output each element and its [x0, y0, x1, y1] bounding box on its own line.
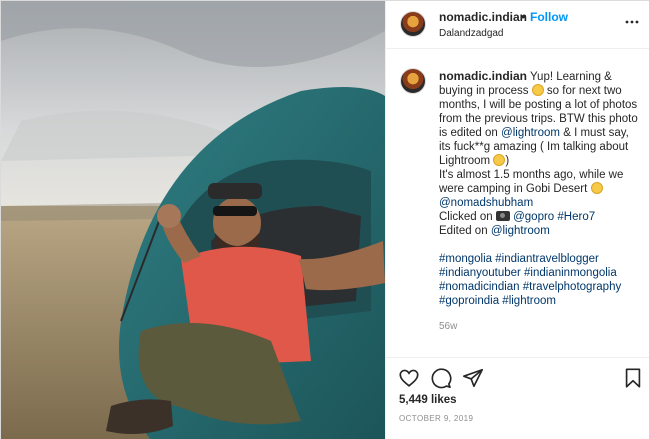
grin-emoji-icon	[493, 154, 506, 166]
caption-username[interactable]: nomadic.indian	[439, 69, 527, 83]
caption-avatar[interactable]	[400, 68, 426, 94]
mention-nomadshubham[interactable]: @nomadshubham	[439, 197, 533, 209]
hashtag-hero7[interactable]: #Hero7	[557, 211, 595, 223]
photo-illustration	[1, 1, 385, 439]
mention-lightroom-2[interactable]: @lightroom	[491, 225, 550, 237]
comments-area: nomadic.indian Yup! Learning & buying in…	[386, 50, 649, 356]
clicked-on-text: Clicked on	[439, 211, 493, 223]
comment-icon[interactable]	[430, 367, 452, 389]
time-ago[interactable]: 56w	[439, 321, 457, 332]
hashtags[interactable]: #mongolia #indiantravelblogger #indianyo…	[439, 253, 621, 307]
post-dialog: nomadic.indian • Follow Dalandzadgad nom…	[0, 0, 649, 439]
sunglasses-emoji-icon	[590, 182, 603, 194]
likes-count[interactable]: 5,449 likes	[399, 394, 457, 406]
edited-on-text: Edited on	[439, 225, 488, 237]
post-header: nomadic.indian • Follow Dalandzadgad	[386, 1, 649, 49]
post-actions: 5,449 likes OCTOBER 9, 2019	[386, 357, 649, 439]
location-link[interactable]: Dalandzadgad	[439, 28, 504, 39]
caption-text-3-end: )	[505, 155, 510, 167]
follow-button[interactable]: Follow	[530, 10, 568, 24]
post-photo[interactable]	[1, 1, 385, 439]
post-date[interactable]: OCTOBER 9, 2019	[399, 414, 473, 423]
sweat-smile-emoji-icon	[531, 84, 544, 96]
mention-lightroom[interactable]: @lightroom	[501, 127, 560, 139]
separator-dot: •	[521, 10, 526, 24]
post-caption: nomadic.indian Yup! Learning & buying in…	[439, 69, 639, 308]
avatar[interactable]	[400, 11, 426, 37]
camera-emoji-icon	[495, 211, 510, 221]
post-side-panel: nomadic.indian • Follow Dalandzadgad nom…	[385, 1, 649, 439]
more-dots-icon[interactable]	[625, 15, 639, 29]
bookmark-icon[interactable]	[622, 367, 644, 389]
heart-icon[interactable]	[398, 367, 420, 389]
header-username[interactable]: nomadic.indian	[439, 10, 527, 24]
mention-gopro[interactable]: @gopro	[513, 211, 554, 223]
send-icon[interactable]	[462, 367, 484, 389]
